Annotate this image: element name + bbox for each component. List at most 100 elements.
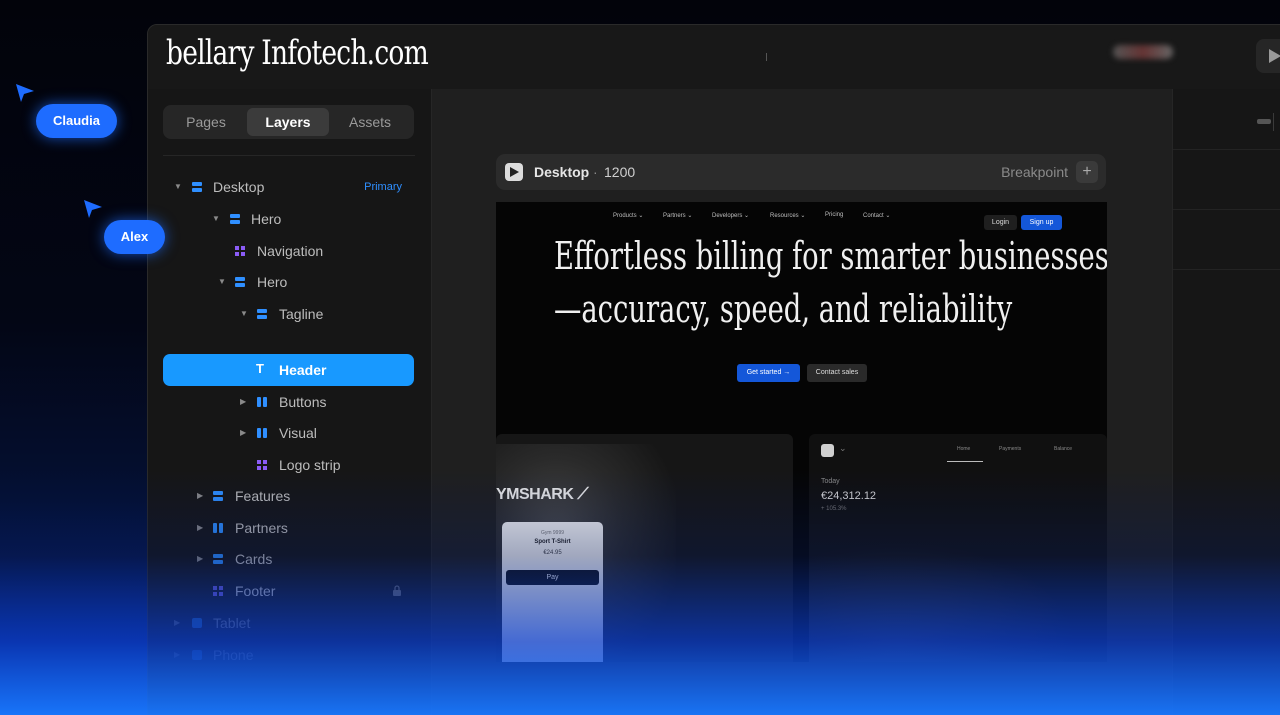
app-stage: bellary Infotech.com Pages Layers Assets…	[0, 0, 1280, 715]
top-bar: bellary Infotech.com	[148, 25, 1280, 90]
layer-label: Tagline	[279, 306, 324, 322]
preview-frame-button[interactable]	[505, 163, 523, 181]
component-icon	[213, 586, 223, 596]
layer-row-tagline[interactable]: ▼ Tagline	[163, 298, 414, 330]
preview-button[interactable]	[1256, 39, 1280, 73]
columns-icon	[257, 397, 267, 407]
login-button[interactable]: Login	[984, 215, 1017, 230]
stack-icon	[192, 182, 202, 192]
collaborator-avatars[interactable]	[1113, 45, 1173, 59]
chevron-right-icon[interactable]: ▶	[197, 523, 203, 532]
frame-width: 1200	[604, 164, 636, 180]
layer-label: Hero	[257, 274, 288, 290]
layer-row-header[interactable]: T Header	[163, 354, 414, 386]
layer-row-tablet[interactable]: ▶ Tablet	[163, 607, 414, 639]
hero-headline: Effortless billing for smarter businesse…	[554, 230, 1107, 336]
nav-item[interactable]: Partners ⌄	[663, 212, 692, 219]
layer-row-desktop[interactable]: ▼ Desktop Primary	[163, 171, 414, 203]
tab-layers[interactable]: Layers	[247, 108, 329, 136]
nav-item[interactable]: Resources ⌄	[770, 212, 805, 219]
chevron-right-icon[interactable]: ▶	[240, 428, 246, 437]
chevron-right-icon[interactable]: ▶	[174, 650, 180, 659]
stack-icon	[213, 554, 223, 564]
sidebar-tabs: Pages Layers Assets	[163, 105, 414, 139]
layer-row-visual[interactable]: ▶ Visual	[163, 417, 414, 449]
layer-row-hero-inner[interactable]: ▼ Hero	[163, 266, 414, 298]
component-icon	[257, 460, 267, 470]
stack-icon	[230, 214, 240, 224]
chevron-right-icon[interactable]: ▶	[174, 618, 180, 627]
columns-icon	[213, 523, 223, 533]
layer-label: Buttons	[279, 394, 327, 410]
stack-icon	[257, 309, 267, 319]
editor-window: bellary Infotech.com Pages Layers Assets…	[147, 24, 1280, 715]
dashboard-logo	[821, 444, 834, 457]
customer-card: YMSHARK ⟋ Gym 9999 Sport T-Shirt €24.95 …	[496, 434, 793, 662]
stack-icon	[213, 491, 223, 501]
chevron-down-icon[interactable]: ▼	[218, 277, 226, 286]
layer-label: Logo strip	[279, 457, 341, 473]
apple-pay-button[interactable]: Pay	[506, 570, 599, 585]
gymshark-logo: YMSHARK ⟋	[496, 486, 589, 503]
layer-label: Phone	[213, 647, 254, 663]
tabs-divider	[163, 155, 415, 156]
nav-item[interactable]: Developers ⌄	[712, 212, 749, 219]
today-delta: + 105.3%	[821, 506, 847, 512]
layer-row-logo-strip[interactable]: Logo strip	[163, 449, 414, 481]
collaborator-claudia: Claudia	[36, 104, 117, 138]
layer-row-cards[interactable]: ▶ Cards	[163, 543, 414, 575]
breakpoint-bar: Desktop · 1200 Breakpoint +	[496, 154, 1106, 190]
panel-divider	[1173, 149, 1280, 150]
chevron-right-icon[interactable]: ▶	[240, 397, 246, 406]
nav-item[interactable]: Products ⌄	[613, 212, 643, 219]
columns-icon	[257, 428, 267, 438]
stack-icon	[235, 277, 245, 287]
preview-nav: Products ⌄ Partners ⌄ Developers ⌄ Resou…	[496, 212, 1107, 230]
layer-row-features[interactable]: ▶ Features	[163, 480, 414, 512]
get-started-button[interactable]: Get started →	[737, 364, 800, 382]
nav-item[interactable]: Contact ⌄	[863, 212, 890, 219]
active-tab-underline	[947, 461, 983, 462]
checkout-product: Sport T-Shirt	[534, 539, 571, 545]
add-breakpoint-button[interactable]: +	[1076, 161, 1098, 183]
chevron-down-icon[interactable]: ▼	[212, 214, 220, 223]
frame-separator: ·	[593, 164, 598, 180]
lock-icon	[393, 585, 401, 596]
dashboard-card: ⌄ Home Payments Balance Today €24,312.12…	[809, 434, 1107, 662]
layers-sidebar: Pages Layers Assets ▼ Desktop Primary ▼ …	[148, 89, 432, 715]
layer-row-partners[interactable]: ▶ Partners	[163, 512, 414, 544]
dashboard-tab[interactable]: Home	[957, 446, 970, 452]
chevron-down-icon[interactable]: ▼	[240, 309, 248, 318]
tab-assets[interactable]: Assets	[331, 108, 409, 136]
contact-sales-button[interactable]: Contact sales	[807, 364, 867, 382]
dashboard-tab[interactable]: Payments	[999, 446, 1021, 452]
breakpoint-label[interactable]: Breakpoint	[1001, 164, 1068, 180]
layer-row-buttons[interactable]: ▶ Buttons	[163, 386, 414, 418]
headline-line-2: —accuracy, speed, and reliability	[554, 287, 1013, 331]
brand-title: bellary Infotech.com	[166, 33, 429, 73]
layer-label: Hero	[251, 211, 282, 227]
design-canvas[interactable]: Desktop · 1200 Breakpoint + Products ⌄ P…	[432, 89, 1172, 715]
checkout-card: Gym 9999 Sport T-Shirt €24.95 Pay	[502, 522, 603, 662]
collaborator-alex: Alex	[104, 220, 165, 254]
dashboard-tab[interactable]: Balance	[1054, 446, 1072, 452]
layer-row-hero[interactable]: ▼ Hero	[163, 203, 414, 235]
frame-title: Desktop	[534, 164, 590, 180]
layer-row-navigation[interactable]: Navigation	[163, 235, 414, 267]
properties-panel	[1172, 89, 1280, 715]
chevron-right-icon[interactable]: ▶	[197, 491, 203, 500]
layer-label: Visual	[279, 425, 317, 441]
component-icon	[235, 246, 245, 256]
chevron-right-icon[interactable]: ▶	[197, 554, 203, 563]
layer-row-phone[interactable]: ▶ Phone	[163, 639, 414, 671]
desktop-frame-preview[interactable]: Products ⌄ Partners ⌄ Developers ⌄ Resou…	[496, 202, 1107, 662]
revenue-chart	[809, 524, 1107, 662]
nav-item[interactable]: Pricing	[825, 212, 843, 218]
play-icon	[1269, 49, 1280, 63]
frame-icon	[192, 618, 202, 628]
signup-button[interactable]: Sign up	[1021, 215, 1062, 230]
panel-control[interactable]	[1257, 119, 1271, 124]
layer-row-footer[interactable]: Footer	[163, 575, 414, 607]
chevron-down-icon[interactable]: ▼	[174, 182, 182, 191]
tab-pages[interactable]: Pages	[167, 108, 245, 136]
